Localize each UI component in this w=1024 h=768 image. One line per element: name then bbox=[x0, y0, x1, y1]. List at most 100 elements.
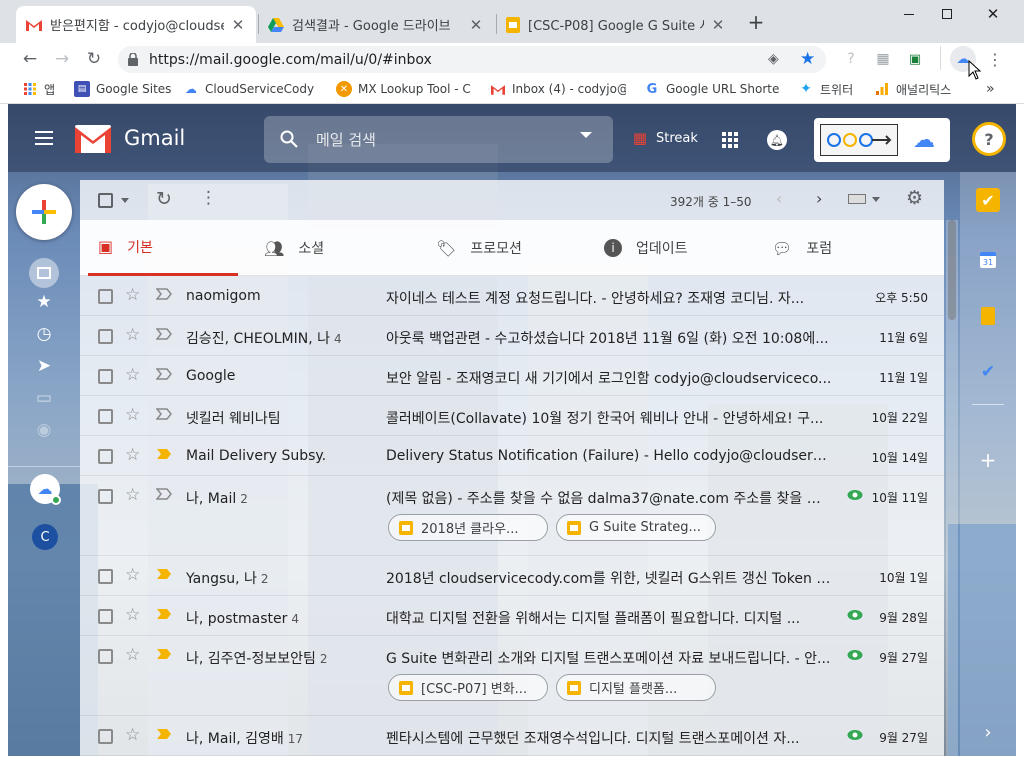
extension-diamond-icon[interactable]: ◈ bbox=[768, 51, 779, 67]
tasks-check-icon[interactable]: ✔ bbox=[976, 188, 1000, 212]
row-checkbox[interactable] bbox=[98, 729, 113, 744]
close-icon[interactable]: ✕ bbox=[710, 16, 726, 34]
bookmark-analytics[interactable]: 애널리틱스 bbox=[874, 80, 964, 98]
streak-icon[interactable]: ▦ bbox=[630, 128, 650, 148]
importance-marker-icon[interactable] bbox=[156, 648, 172, 660]
more-nav-icon[interactable]: ◉ bbox=[32, 418, 56, 442]
star-icon[interactable]: ☆ bbox=[125, 405, 140, 425]
tab-primary[interactable]: ▣ 기본 bbox=[88, 220, 238, 276]
attachment-chip[interactable]: [CSC-P07] 변화... bbox=[388, 674, 548, 701]
refresh-icon[interactable]: ↻ bbox=[156, 188, 172, 210]
row-checkbox[interactable] bbox=[98, 329, 113, 344]
star-icon[interactable]: ☆ bbox=[125, 445, 140, 465]
menu-dots-icon[interactable]: ⋮ bbox=[984, 49, 1006, 69]
attachment-chip[interactable]: 디지털 플랫폼... bbox=[556, 674, 716, 701]
row-checkbox[interactable] bbox=[98, 449, 113, 464]
hangouts-avatar-icon[interactable]: ☁ bbox=[30, 474, 61, 505]
scrollbar-track[interactable] bbox=[946, 220, 958, 756]
bookmark-google-sites[interactable]: ▤ Google Sites bbox=[74, 80, 174, 98]
reload-icon[interactable]: ↻ bbox=[83, 49, 105, 69]
email-row[interactable]: ☆ Yangsu, 나2 2018년 cloudservicecody.com를… bbox=[80, 556, 944, 596]
star-icon[interactable]: ☆ bbox=[125, 725, 140, 745]
gmail-logo-icon[interactable] bbox=[74, 124, 112, 154]
maximize-button[interactable] bbox=[924, 0, 970, 28]
bookmark-mx-lookup[interactable]: ✕ MX Lookup Tool - C bbox=[336, 80, 472, 98]
tasks-icon[interactable]: ✔ bbox=[976, 360, 1000, 384]
tab-drive[interactable]: 검색결과 - Google 드라이브 ✕ bbox=[258, 6, 494, 43]
drafts-nav-icon[interactable]: ▭ bbox=[32, 386, 56, 410]
calendar-icon[interactable]: 31 bbox=[976, 248, 1000, 272]
star-icon[interactable]: ☆ bbox=[125, 285, 140, 305]
attachment-chip[interactable]: 2018년 클라우... bbox=[388, 514, 548, 541]
cloud-logo-icon[interactable]: ☁ bbox=[908, 126, 940, 154]
importance-marker-icon[interactable] bbox=[156, 408, 172, 420]
select-all-checkbox[interactable] bbox=[98, 193, 113, 208]
apps-grid-icon[interactable] bbox=[720, 130, 740, 150]
star-icon[interactable]: ☆ bbox=[125, 365, 140, 385]
scrollbar-thumb[interactable] bbox=[948, 220, 956, 320]
email-row[interactable]: ☆ naomigom 자이네스 테스트 계정 요청드립니다. - 안녕하세요? … bbox=[80, 276, 944, 316]
notifications-bell-icon[interactable]: 🔔︎ bbox=[767, 130, 787, 150]
bookmark-star-icon[interactable]: ★ bbox=[800, 49, 815, 69]
inbox-nav-icon[interactable] bbox=[29, 258, 59, 288]
starred-nav-icon[interactable]: ★ bbox=[32, 290, 56, 314]
search-options-icon[interactable] bbox=[580, 132, 592, 138]
close-window-button[interactable]: ✕ bbox=[970, 0, 1016, 28]
contact-avatar[interactable]: C bbox=[32, 524, 58, 550]
bookmark-inbox[interactable]: Inbox (4) - codyjo@ bbox=[490, 80, 626, 98]
tab-social[interactable]: 👥︎ 소셜 bbox=[264, 220, 324, 276]
importance-marker-icon[interactable] bbox=[156, 488, 172, 500]
email-row[interactable]: ☆ 넷킬러 웨비나팀 콜러베이트(Collavate) 10월 정기 한국어 웨… bbox=[80, 396, 944, 436]
snoozed-clock-icon[interactable]: ◷ bbox=[32, 322, 56, 346]
address-bar[interactable]: https://mail.google.com/mail/u/0/#inbox … bbox=[118, 46, 826, 73]
star-icon[interactable]: ☆ bbox=[125, 605, 140, 625]
email-row[interactable]: ☆ 김승진, CHEOLMIN, 나4 아웃룩 백업관련 - 수고하셨습니다 2… bbox=[80, 316, 944, 356]
grid-extension-icon[interactable]: ▦ bbox=[872, 49, 894, 69]
tab-promotions[interactable]: 🏷︎ 프로모션 bbox=[436, 220, 522, 276]
row-checkbox[interactable] bbox=[98, 289, 113, 304]
row-checkbox[interactable] bbox=[98, 609, 113, 624]
bookmarks-overflow-icon[interactable]: » bbox=[986, 80, 1002, 98]
email-row[interactable]: ☆ 나, 김주연-정보보안팀 2 G Suite 변화관리 소개와 디지털 트랜스… bbox=[80, 636, 944, 716]
bookmark-apps[interactable]: 앱 bbox=[22, 80, 66, 98]
workflow-logo-icon[interactable] bbox=[820, 124, 898, 156]
keyboard-icon[interactable] bbox=[848, 194, 866, 204]
importance-marker-icon[interactable] bbox=[156, 448, 172, 460]
tab-inbox[interactable]: 받은편지함 - codyjo@cloudservicecody.com ✕ bbox=[16, 6, 256, 43]
compose-button[interactable] bbox=[16, 184, 72, 240]
tab-forums[interactable]: 💬︎ 포럼 bbox=[772, 220, 832, 276]
more-options-icon[interactable]: ⋮ bbox=[200, 188, 217, 208]
tab-slides[interactable]: [CSC-P08] Google G Suite 시작하기 ✕ bbox=[496, 6, 736, 43]
search-input[interactable]: 메일 검색 bbox=[264, 116, 613, 163]
bookmark-twitter[interactable]: ✦ 트위터 bbox=[798, 80, 862, 98]
select-dropdown-icon[interactable] bbox=[121, 198, 129, 203]
input-tools-dropdown-icon[interactable] bbox=[872, 197, 880, 202]
back-arrow-icon[interactable]: ← bbox=[19, 49, 41, 69]
collapse-panel-chevron-icon[interactable]: › bbox=[976, 720, 1000, 744]
email-row[interactable]: ☆ 나, Mail 2 (제목 없음) - 주소를 찾을 수 없음 dalma37… bbox=[80, 476, 944, 556]
email-row[interactable]: ☆ 나, Mail, 김영배 17 펜타시스템에 근무했던 조재영수석입니다. 디… bbox=[80, 716, 944, 756]
older-chevron-icon[interactable]: › bbox=[816, 189, 822, 208]
tab-updates[interactable]: i 업데이트 bbox=[604, 220, 688, 276]
main-menu-icon[interactable] bbox=[32, 126, 56, 150]
email-row[interactable]: ☆ Mail Delivery Subsy. Delivery Status N… bbox=[80, 436, 944, 476]
sent-nav-icon[interactable]: ➤ bbox=[32, 354, 56, 378]
add-addon-plus-icon[interactable]: + bbox=[976, 448, 1000, 472]
new-tab-button[interactable]: + bbox=[746, 10, 766, 34]
help-button[interactable]: ? bbox=[972, 122, 1006, 156]
row-checkbox[interactable] bbox=[98, 489, 113, 504]
row-checkbox[interactable] bbox=[98, 569, 113, 584]
row-checkbox[interactable] bbox=[98, 409, 113, 424]
importance-marker-icon[interactable] bbox=[156, 568, 172, 580]
bookmark-cloudservicecody[interactable]: ☁ CloudServiceCody M bbox=[183, 80, 319, 98]
email-row[interactable]: ☆ Google 보안 알림 - 조재영코디 새 기기에서 로그인함 codyj… bbox=[80, 356, 944, 396]
streak-label[interactable]: Streak bbox=[656, 131, 698, 146]
importance-marker-icon[interactable] bbox=[156, 368, 172, 380]
importance-marker-icon[interactable] bbox=[156, 288, 172, 300]
star-icon[interactable]: ☆ bbox=[125, 645, 140, 665]
row-checkbox[interactable] bbox=[98, 369, 113, 384]
star-icon[interactable]: ☆ bbox=[125, 565, 140, 585]
importance-marker-icon[interactable] bbox=[156, 328, 172, 340]
email-row[interactable]: ☆ 나, postmaster 4 대학교 디지털 전환을 위해서는 디지털 플래… bbox=[80, 596, 944, 636]
row-checkbox[interactable] bbox=[98, 649, 113, 664]
